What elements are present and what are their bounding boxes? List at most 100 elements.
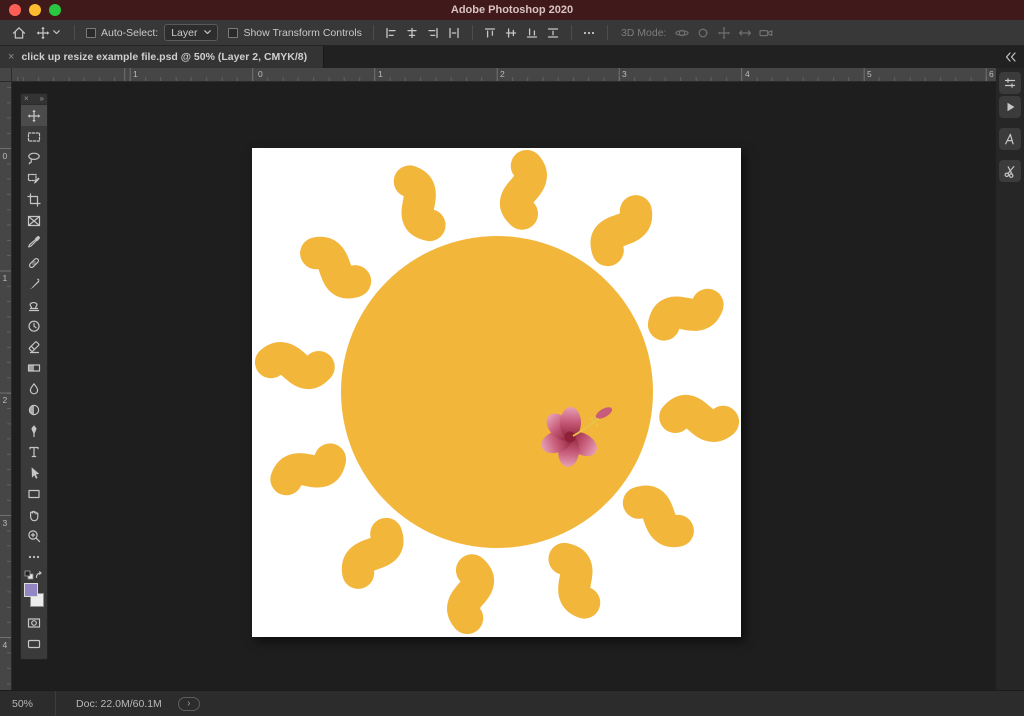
ruler-label: 1: [3, 273, 8, 283]
pen-tool[interactable]: [21, 420, 47, 441]
active-tool-preset[interactable]: [32, 23, 64, 43]
align-bottom-edges-icon[interactable]: [522, 23, 543, 43]
align-vertical-centers-icon[interactable]: [501, 23, 522, 43]
magnifier-icon: [27, 529, 41, 543]
lasso-icon: [27, 151, 41, 165]
separator: [74, 25, 75, 40]
hand-icon: [27, 508, 41, 522]
status-options-button[interactable]: ›: [178, 697, 200, 711]
dodge-icon: [27, 403, 41, 417]
clone-stamp-tool[interactable]: [21, 294, 47, 315]
ruler-label: 6: [989, 69, 994, 79]
brush-tool[interactable]: [21, 273, 47, 294]
object-selection-tool[interactable]: [21, 168, 47, 189]
default-colors-icon[interactable]: [24, 570, 34, 580]
tools-panel-expand-icon[interactable]: »: [40, 95, 44, 103]
screen-mode-icon: [27, 637, 41, 651]
window-title: Adobe Photoshop 2020: [0, 0, 1024, 20]
rectangular-marquee-tool[interactable]: [21, 126, 47, 147]
align-left-edges-icon[interactable]: [381, 23, 402, 43]
history-brush-tool[interactable]: [21, 315, 47, 336]
history-brush-icon: [27, 319, 41, 333]
show-transform-label: Show Transform Controls: [243, 27, 361, 39]
ruler-origin-corner[interactable]: [0, 68, 12, 82]
gradient-tool[interactable]: [21, 357, 47, 378]
crop-tool[interactable]: [21, 189, 47, 210]
hand-tool[interactable]: [21, 504, 47, 525]
lasso-tool[interactable]: [21, 147, 47, 168]
healing-brush-icon: [27, 256, 41, 270]
checkbox-box[interactable]: [86, 28, 96, 38]
eraser-tool[interactable]: [21, 336, 47, 357]
spot-healing-brush-tool[interactable]: [21, 252, 47, 273]
pen-icon: [27, 424, 41, 438]
ruler-label: 1: [378, 69, 383, 79]
path-selection-tool[interactable]: [21, 462, 47, 483]
doc-size-info[interactable]: Doc: 22.0M/60.1M: [76, 698, 162, 710]
zoom-window-button[interactable]: [49, 4, 61, 16]
document-tab[interactable]: × click up resize example file.psd @ 50%…: [0, 46, 324, 68]
separator: [373, 25, 374, 40]
crop-icon: [27, 193, 41, 207]
align-top-edges-icon[interactable]: [480, 23, 501, 43]
frame-tool[interactable]: [21, 210, 47, 231]
ruler-label: 3: [622, 69, 627, 79]
more-align-options-icon[interactable]: [579, 23, 600, 43]
show-transform-checkbox[interactable]: Show Transform Controls: [228, 27, 361, 39]
auto-select-dropdown[interactable]: Layer: [164, 24, 218, 41]
3d-camera-icon: [755, 23, 776, 43]
vertical-ruler[interactable]: 0 1 2 3 4: [0, 82, 12, 690]
align-right-edges-icon[interactable]: [423, 23, 444, 43]
eyedropper-tool[interactable]: [21, 231, 47, 252]
rectangle-icon: [27, 487, 41, 501]
canvas-area[interactable]: [12, 82, 996, 690]
character-panel-icon[interactable]: [999, 128, 1021, 150]
checkbox-box[interactable]: [228, 28, 238, 38]
3d-pan-icon: [713, 23, 734, 43]
ruler-label: 5: [867, 69, 872, 79]
dodge-tool[interactable]: [21, 399, 47, 420]
tools-panel-close-icon[interactable]: ×: [24, 95, 29, 103]
ruler-label: 2: [3, 395, 8, 405]
tab-title: click up resize example file.psd @ 50% (…: [21, 51, 307, 63]
ruler-label: 0: [258, 69, 263, 79]
ruler-label: 3: [3, 518, 8, 528]
close-window-button[interactable]: [9, 4, 21, 16]
move-tool[interactable]: [21, 105, 47, 126]
tools-panel: × »: [20, 93, 48, 660]
ruler-label: 1: [133, 69, 138, 79]
photoshop-window: Adobe Photoshop 2020 Auto-Select: Layer …: [0, 0, 1024, 716]
type-tool[interactable]: [21, 441, 47, 462]
distribute-vertical-icon[interactable]: [543, 23, 564, 43]
minimize-window-button[interactable]: [29, 4, 41, 16]
swap-colors-icon[interactable]: [35, 571, 44, 580]
quick-mask-icon: [27, 616, 41, 630]
separator: [472, 25, 473, 40]
tab-close-icon[interactable]: ×: [8, 51, 14, 63]
properties-panel-icon[interactable]: [999, 72, 1021, 94]
horizontal-ruler[interactable]: 1 0 1 2 3 4 5 6: [12, 68, 996, 82]
collapse-panels-icon[interactable]: [1004, 52, 1017, 62]
zoom-tool[interactable]: [21, 525, 47, 546]
chevron-down-icon: [53, 30, 60, 35]
blur-drop-icon: [27, 382, 41, 396]
actions-panel-icon[interactable]: [999, 96, 1021, 118]
rectangle-tool[interactable]: [21, 483, 47, 504]
align-horizontal-centers-icon[interactable]: [402, 23, 423, 43]
quick-mask-button[interactable]: [21, 612, 47, 633]
edit-toolbar-button[interactable]: [21, 546, 47, 567]
sun-illustration[interactable]: [252, 148, 741, 637]
document-canvas[interactable]: [252, 148, 741, 637]
home-icon[interactable]: [8, 23, 29, 43]
distribute-horizontal-icon[interactable]: [444, 23, 465, 43]
screen-mode-button[interactable]: [21, 633, 47, 654]
ruler-major-ticks: [0, 82, 11, 690]
foreground-color-swatch[interactable]: [24, 583, 38, 597]
gradient-icon: [27, 361, 41, 375]
auto-select-checkbox[interactable]: Auto-Select:: [86, 27, 158, 39]
zoom-level-field[interactable]: 50%: [12, 698, 33, 710]
blur-tool[interactable]: [21, 378, 47, 399]
3d-slide-icon: [734, 23, 755, 43]
3d-roll-icon: [692, 23, 713, 43]
tool-presets-panel-icon[interactable]: [999, 160, 1021, 182]
